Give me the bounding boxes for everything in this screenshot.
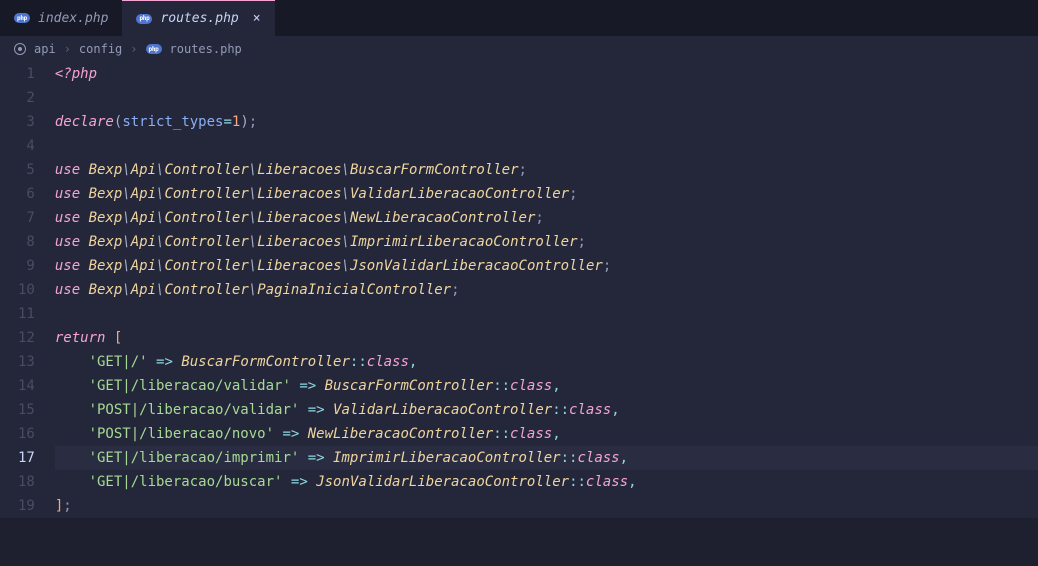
tab-label: routes.php [160, 11, 238, 26]
line-number: 8 [18, 230, 35, 254]
line-number: 10 [18, 278, 35, 302]
line-number: 13 [18, 350, 35, 374]
code-line: 'GET|/liberacao/validar' => BuscarFormCo… [55, 374, 1038, 398]
line-number: 1 [18, 62, 35, 86]
tab-label: index.php [38, 11, 108, 26]
code-line: return [ [55, 326, 1038, 350]
code-line [55, 302, 1038, 326]
line-number: 19 [18, 494, 35, 518]
breadcrumb-segment[interactable]: routes.php [170, 42, 242, 56]
chevron-right-icon: › [64, 42, 71, 56]
line-number: 9 [18, 254, 35, 278]
code-line: <?php [55, 62, 1038, 86]
code-line: use Bexp\Api\Controller\Liberacoes\Valid… [55, 182, 1038, 206]
tab-bar: php index.php php routes.php × [0, 0, 1038, 36]
line-number: 12 [18, 326, 35, 350]
code-editor[interactable]: 12345678910111213141516171819 <?phpdecla… [0, 62, 1038, 518]
code-line: declare(strict_types=1); [55, 110, 1038, 134]
code-line: use Bexp\Api\Controller\Liberacoes\NewLi… [55, 206, 1038, 230]
line-number: 15 [18, 398, 35, 422]
close-icon[interactable]: × [253, 11, 261, 26]
code-area[interactable]: <?php declare(strict_types=1);use Bexp\Ap… [55, 62, 1038, 518]
code-line: use Bexp\Api\Controller\Liberacoes\JsonV… [55, 254, 1038, 278]
line-number: 2 [18, 86, 35, 110]
code-line: use Bexp\Api\Controller\Liberacoes\Busca… [55, 158, 1038, 182]
code-line: ]; [55, 494, 1038, 518]
line-number: 6 [18, 182, 35, 206]
chevron-right-icon: › [130, 42, 137, 56]
code-line: 'POST|/liberacao/validar' => ValidarLibe… [55, 398, 1038, 422]
tab-index-php[interactable]: php index.php [0, 0, 122, 36]
line-number: 3 [18, 110, 35, 134]
line-number: 14 [18, 374, 35, 398]
php-file-icon: php [14, 13, 30, 23]
breadcrumb: api › config › php routes.php [0, 36, 1038, 62]
tab-routes-php[interactable]: php routes.php × [122, 0, 274, 36]
line-number: 4 [18, 134, 35, 158]
target-icon [14, 43, 26, 55]
line-number: 5 [18, 158, 35, 182]
code-line: use Bexp\Api\Controller\Liberacoes\Impri… [55, 230, 1038, 254]
code-line: 'GET|/liberacao/buscar' => JsonValidarLi… [55, 470, 1038, 494]
code-line [55, 86, 1038, 110]
code-line: 'POST|/liberacao/novo' => NewLiberacaoCo… [55, 422, 1038, 446]
breadcrumb-segment[interactable]: config [79, 42, 122, 56]
line-number: 7 [18, 206, 35, 230]
line-number: 11 [18, 302, 35, 326]
code-line: use Bexp\Api\Controller\PaginaInicialCon… [55, 278, 1038, 302]
line-number: 18 [18, 470, 35, 494]
code-line: 'GET|/' => BuscarFormController::class, [55, 350, 1038, 374]
php-file-icon: php [136, 14, 152, 24]
code-line [55, 134, 1038, 158]
line-number-gutter: 12345678910111213141516171819 [0, 62, 55, 518]
code-line: 'GET|/liberacao/imprimir' => ImprimirLib… [55, 446, 1038, 470]
line-number: 17 [18, 446, 35, 470]
line-number: 16 [18, 422, 35, 446]
php-file-icon: php [146, 44, 162, 54]
breadcrumb-segment[interactable]: api [34, 42, 56, 56]
